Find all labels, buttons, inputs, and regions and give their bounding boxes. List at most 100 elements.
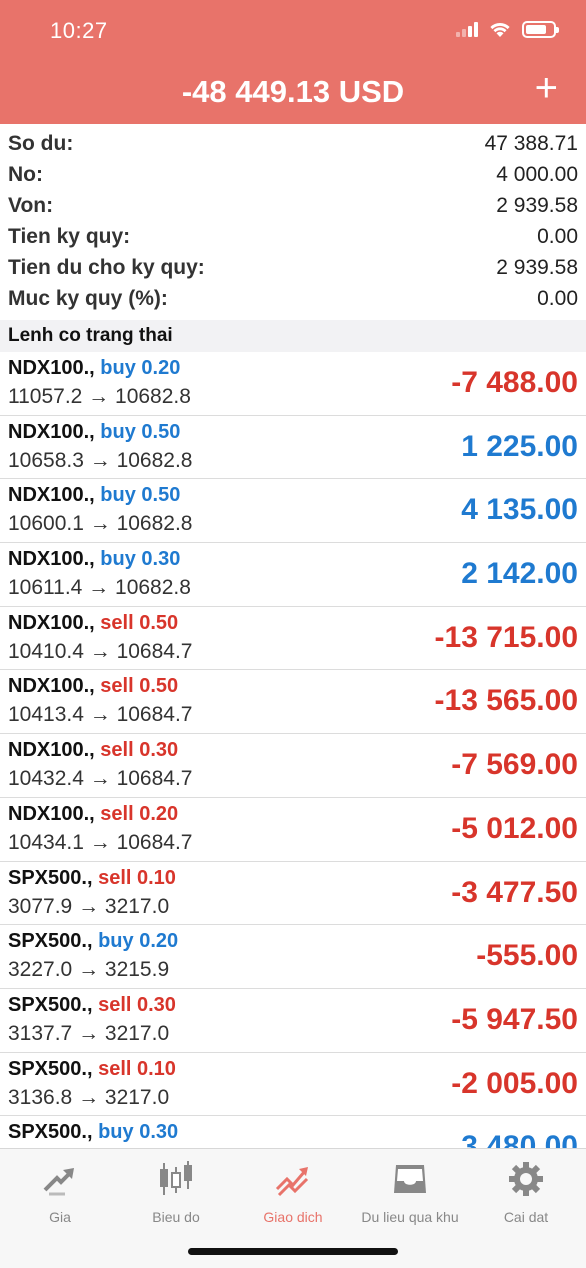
tab-quotes[interactable]: Gia [0, 1159, 120, 1225]
position-title: SPX500., buy 0.20 [8, 930, 178, 953]
position-symbol: SPX500., [8, 993, 93, 1016]
position-direction: sell 0.50 [100, 611, 179, 634]
position-profit: -7 569.00 [451, 748, 578, 782]
summary-value: 4 000.00 [496, 162, 578, 186]
position-profit: -7 488.00 [451, 366, 578, 399]
quotes-arrows-icon [43, 1168, 74, 1196]
summary-row-margin-level: Muc ky quy (%): 0.00 [0, 283, 586, 314]
position-title: NDX100., sell 0.50 [8, 612, 178, 635]
summary-value: 0.00 [537, 224, 578, 248]
position-direction: sell 0.10 [98, 1057, 176, 1080]
position-prices: 10434.1 → 10684.7 [8, 830, 193, 854]
position-title: SPX500., buy 0.30 [8, 1121, 178, 1144]
position-profit: -2 005.00 [451, 1066, 578, 1100]
tab-label: Gia [49, 1209, 71, 1225]
cellular-signal-icon [456, 21, 478, 37]
add-order-button[interactable]: + [535, 68, 558, 108]
position-direction: sell 0.20 [100, 802, 179, 825]
wifi-icon [490, 22, 510, 37]
position-title: NDX100., buy 0.50 [8, 484, 180, 507]
position-row[interactable]: NDX100., buy 0.50 10658.3 → 10682.8 1 22… [0, 416, 586, 480]
position-symbol: SPX500., [8, 1057, 93, 1080]
position-row[interactable]: SPX500., sell 0.30 3137.7 → 3217.0 -5 94… [0, 989, 586, 1053]
position-direction: buy 0.30 [100, 548, 181, 571]
summary-row-free-margin: Tien du cho ky quy: 2 939.58 [0, 252, 586, 283]
position-direction: sell 0.30 [98, 993, 176, 1016]
position-row[interactable]: NDX100., buy 0.50 10600.1 → 10682.8 4 13… [0, 479, 586, 544]
position-title: NDX100., sell 0.50 [8, 675, 178, 698]
home-indicator[interactable] [188, 1248, 398, 1255]
position-symbol: NDX100., [8, 739, 95, 762]
candlestick-chart-icon [160, 1161, 192, 1195]
tab-history[interactable]: Du lieu qua khu [350, 1159, 470, 1225]
position-direction: buy 0.50 [100, 420, 181, 443]
summary-label: No: [8, 162, 43, 186]
tab-charts[interactable]: Bieu do [116, 1159, 236, 1225]
position-title: NDX100., buy 0.20 [8, 357, 180, 380]
position-row[interactable]: NDX100., sell 0.50 10413.4 → 10684.7 -13… [0, 670, 586, 735]
tab-settings[interactable]: Cai dat [466, 1159, 586, 1225]
position-profit: -13 565.00 [434, 684, 578, 718]
position-row[interactable]: NDX100., sell 0.30 10432.4 → 10684.7 -7 … [0, 734, 586, 798]
summary-label: Muc ky quy (%): [8, 286, 168, 310]
position-symbol: NDX100., [8, 420, 95, 443]
position-row[interactable]: SPX500., sell 0.10 3136.8 → 3217.0 -2 00… [0, 1053, 586, 1117]
tab-label: Du lieu qua khu [361, 1209, 459, 1225]
position-row[interactable]: NDX100., sell 0.50 10410.4 → 10684.7 -13… [0, 607, 586, 671]
position-row[interactable]: NDX100., sell 0.20 10434.1 → 10684.7 -5 … [0, 798, 586, 862]
position-profit: 4 135.00 [461, 493, 578, 527]
position-direction: sell 0.10 [98, 866, 176, 889]
position-symbol: NDX100., [8, 484, 95, 507]
position-prices: 10600.1 → 10682.8 [8, 512, 193, 536]
position-profit: 1 225.00 [461, 429, 578, 463]
position-prices: 3136.8 → 3217.0 [8, 1085, 170, 1109]
summary-value: 47 388.71 [484, 131, 578, 155]
position-symbol: NDX100., [8, 611, 95, 634]
summary-label: Tien ky quy: [8, 224, 131, 248]
summary-row-equity: Von: 2 939.58 [0, 190, 586, 221]
summary-row-margin: Tien ky quy: 0.00 [0, 221, 586, 252]
position-symbol: NDX100., [8, 675, 95, 698]
positions-list: NDX100., buy 0.20 11057.2 → 10682.8 -7 4… [0, 352, 586, 1180]
summary-label: Von: [8, 193, 54, 217]
position-symbol: NDX100., [8, 802, 95, 825]
app-header: 10:27 -48 449.13 USD + [0, 0, 586, 124]
position-title: NDX100., buy 0.30 [8, 548, 180, 571]
position-row[interactable]: NDX100., buy 0.30 10611.4 → 10682.8 2 14… [0, 543, 586, 607]
status-time: 10:27 [50, 18, 108, 43]
position-profit: -3 477.50 [451, 875, 578, 909]
position-direction: buy 0.50 [100, 484, 181, 507]
position-direction: buy 0.20 [100, 357, 181, 379]
tab-label: Bieu do [152, 1209, 200, 1225]
trade-chart-icon [275, 1167, 309, 1197]
summary-value: 2 939.58 [496, 255, 578, 279]
page-title: -48 449.13 USD [181, 74, 405, 109]
position-row[interactable]: SPX500., buy 0.20 3227.0 → 3215.9 -555.0… [0, 925, 586, 989]
position-direction: buy 0.30 [98, 1121, 179, 1144]
position-profit: 2 142.00 [461, 557, 578, 591]
position-profit: -5 012.00 [451, 811, 578, 845]
position-symbol: SPX500., [8, 1121, 93, 1144]
position-row[interactable]: SPX500., sell 0.10 3077.9 → 3217.0 -3 47… [0, 862, 586, 926]
tab-trade[interactable]: Giao dich [233, 1159, 353, 1225]
history-inbox-icon [394, 1165, 426, 1193]
summary-value: 0.00 [537, 286, 578, 310]
position-direction: sell 0.50 [100, 675, 179, 698]
position-prices: 10611.4 → 10682.8 [8, 576, 191, 600]
summary-label: So du: [8, 131, 74, 155]
summary-value: 2 939.58 [496, 193, 578, 217]
position-symbol: SPX500., [8, 866, 93, 889]
position-direction: sell 0.30 [100, 739, 179, 762]
position-profit: -555.00 [476, 939, 578, 973]
position-title: NDX100., buy 0.50 [8, 421, 180, 444]
position-symbol: NDX100., [8, 548, 95, 571]
position-title: SPX500., sell 0.10 [8, 1058, 176, 1081]
position-direction: buy 0.20 [98, 930, 179, 953]
position-title: NDX100., sell 0.30 [8, 739, 178, 762]
positions-section-header: Lenh co trang thai [0, 320, 586, 352]
position-prices: 10658.3 → 10682.8 [8, 448, 193, 472]
position-prices: 3137.7 → 3217.0 [8, 1021, 170, 1045]
position-row[interactable]: NDX100., buy 0.20 11057.2 → 10682.8 -7 4… [0, 352, 586, 416]
position-symbol: NDX100., [8, 357, 95, 379]
gear-icon [509, 1162, 543, 1196]
